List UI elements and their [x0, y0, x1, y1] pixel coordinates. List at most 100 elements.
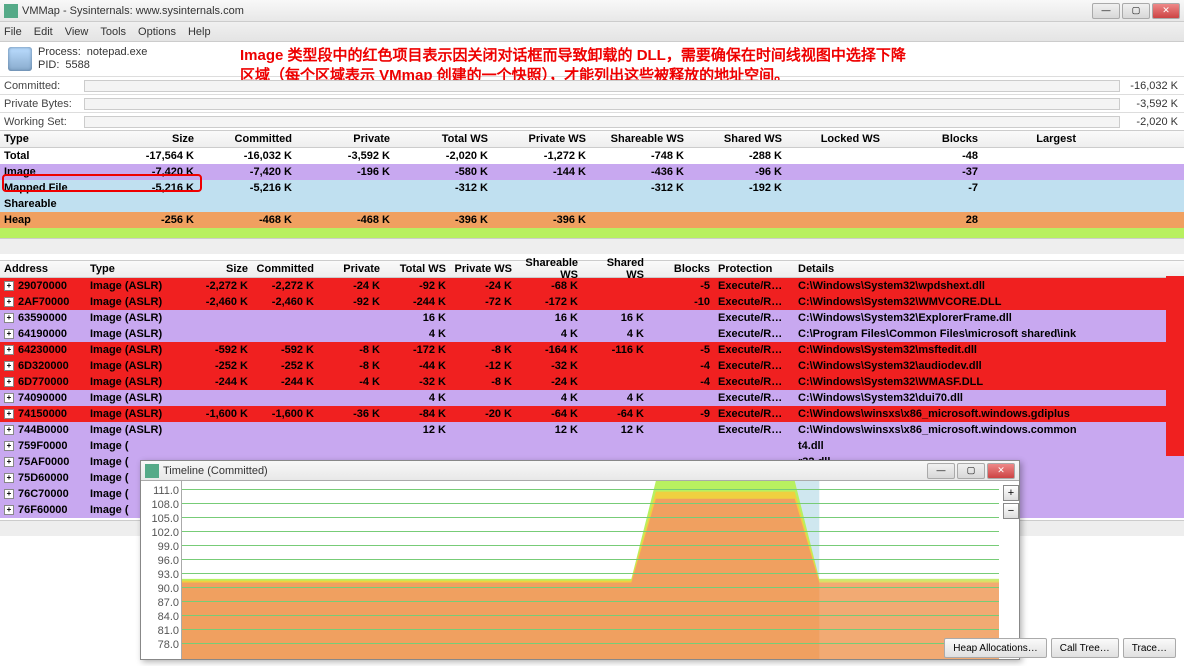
expand-icon[interactable]: + [4, 489, 14, 499]
zoom-in-button[interactable]: + [1003, 485, 1019, 501]
det-header-blocks[interactable]: Blocks [648, 263, 714, 275]
expand-icon[interactable]: + [4, 409, 14, 419]
det-header-size[interactable]: Size [186, 263, 252, 275]
working-row: Working Set: -2,020 K [0, 112, 1184, 130]
sum-row[interactable]: Image-7,420 K-7,420 K-196 K-580 K-144 K-… [0, 164, 1184, 180]
gridline [182, 629, 999, 630]
det-cell: t4.dll [794, 440, 1184, 452]
menu-edit[interactable]: Edit [34, 26, 53, 38]
det-header-private[interactable]: Private [318, 263, 384, 275]
scrollbar-indicator[interactable] [1166, 276, 1184, 456]
sum-header-shareable-ws[interactable]: Shareable WS [590, 133, 688, 145]
timeline-title: Timeline (Committed) [163, 465, 927, 477]
timeline-plot[interactable] [181, 481, 999, 659]
sum-row[interactable]: Total-17,564 K-16,032 K-3,592 K-2,020 K-… [0, 148, 1184, 164]
expand-icon[interactable]: + [4, 425, 14, 435]
det-header-shared-ws[interactable]: Shared WS [582, 257, 648, 281]
det-header-total-ws[interactable]: Total WS [384, 263, 450, 275]
det-row[interactable]: +744B0000Image (ASLR)12 K12 K12 KExecute… [0, 422, 1184, 438]
sum-header-size[interactable]: Size [100, 133, 198, 145]
maximize-button[interactable]: ▢ [1122, 3, 1150, 19]
menu-help[interactable]: Help [188, 26, 211, 38]
sum-header-type[interactable]: Type [0, 133, 100, 145]
det-cell: +64230000 [0, 344, 86, 356]
expand-icon[interactable]: + [4, 345, 14, 355]
heap-allocations-button[interactable]: Heap Allocations… [944, 638, 1047, 658]
det-row[interactable]: +63590000Image (ASLR)16 K16 K16 KExecute… [0, 310, 1184, 326]
det-cell: Image (ASLR) [86, 376, 186, 388]
close-button[interactable]: ✕ [1152, 3, 1180, 19]
timeline-minimize[interactable]: — [927, 463, 955, 479]
det-row[interactable]: +74150000Image (ASLR)-1,600 K-1,600 K-36… [0, 406, 1184, 422]
sum-header-largest[interactable]: Largest [982, 133, 1080, 145]
expand-icon[interactable]: + [4, 377, 14, 387]
expand-icon[interactable]: + [4, 313, 14, 323]
sum-header-private[interactable]: Private [296, 133, 394, 145]
det-cell: -32 K [384, 376, 450, 388]
det-cell: C:\Windows\System32\dui70.dll [794, 392, 1184, 404]
det-header-shareable-ws[interactable]: Shareable WS [516, 257, 582, 281]
sum-row[interactable]: Shareable [0, 196, 1184, 212]
sum-row[interactable]: Mapped File-5,216 K-5,216 K-312 K-312 K-… [0, 180, 1184, 196]
trace-button[interactable]: Trace… [1123, 638, 1176, 658]
det-row[interactable]: +2AF70000Image (ASLR)-2,460 K-2,460 K-92… [0, 294, 1184, 310]
timeline-titlebar[interactable]: Timeline (Committed) — ▢ ✕ [141, 461, 1019, 481]
det-row[interactable]: +759F0000Image (t4.dll [0, 438, 1184, 454]
menu-tools[interactable]: Tools [100, 26, 126, 38]
det-cell: Image (ASLR) [86, 392, 186, 404]
det-header-address[interactable]: Address [0, 263, 86, 275]
det-header-details[interactable]: Details [794, 263, 1184, 275]
det-row[interactable]: +74090000Image (ASLR)4 K4 K4 KExecute/R…… [0, 390, 1184, 406]
minimize-button[interactable]: — [1092, 3, 1120, 19]
det-row[interactable]: +6D770000Image (ASLR)-244 K-244 K-4 K-32… [0, 374, 1184, 390]
expand-icon[interactable]: + [4, 441, 14, 451]
sum-header-locked-ws[interactable]: Locked WS [786, 133, 884, 145]
sum-row[interactable]: Heap-256 K-468 K-468 K-396 K-396 K28 [0, 212, 1184, 228]
call-tree-button[interactable]: Call Tree… [1051, 638, 1119, 658]
det-cell: 4 K [384, 392, 450, 404]
menu-view[interactable]: View [65, 26, 89, 38]
sum-header-blocks[interactable]: Blocks [884, 133, 982, 145]
sum-header-committed[interactable]: Committed [198, 133, 296, 145]
expand-icon[interactable]: + [4, 393, 14, 403]
zoom-out-button[interactable]: − [1003, 503, 1019, 519]
sum-cell: -396 K [492, 214, 590, 226]
sum-header-total-ws[interactable]: Total WS [394, 133, 492, 145]
sum-cell: -16,032 K [198, 150, 296, 162]
timeline-maximize[interactable]: ▢ [957, 463, 985, 479]
det-cell: +74090000 [0, 392, 86, 404]
expand-icon[interactable]: + [4, 505, 14, 515]
committed-bar [84, 80, 1120, 92]
ytick: 93.0 [141, 569, 181, 583]
det-header-protection[interactable]: Protection [714, 263, 794, 275]
process-label: Process: [38, 46, 81, 59]
expand-icon[interactable]: + [4, 281, 14, 291]
expand-icon[interactable]: + [4, 329, 14, 339]
ytick: 108.0 [141, 499, 181, 513]
det-cell: +64190000 [0, 328, 86, 340]
det-row[interactable]: +6D320000Image (ASLR)-252 K-252 K-8 K-44… [0, 358, 1184, 374]
gridline [182, 531, 999, 532]
det-header-committed[interactable]: Committed [252, 263, 318, 275]
det-cell: -1,600 K [186, 408, 252, 420]
det-cell: -9 [648, 408, 714, 420]
det-row[interactable]: +64230000Image (ASLR)-592 K-592 K-8 K-17… [0, 342, 1184, 358]
ytick: 105.0 [141, 513, 181, 527]
det-header-type[interactable]: Type [86, 263, 186, 275]
det-row[interactable]: +64190000Image (ASLR)4 K4 K4 KExecute/R…… [0, 326, 1184, 342]
summary-scrollbar[interactable] [0, 238, 1184, 254]
expand-icon[interactable]: + [4, 361, 14, 371]
det-header-private-ws[interactable]: Private WS [450, 263, 516, 275]
expand-icon[interactable]: + [4, 457, 14, 467]
det-cell: +29070000 [0, 280, 86, 292]
menu-options[interactable]: Options [138, 26, 176, 38]
sum-header-private-ws[interactable]: Private WS [492, 133, 590, 145]
sum-header-shared-ws[interactable]: Shared WS [688, 133, 786, 145]
det-cell: C:\Windows\System32\msftedit.dll [794, 344, 1184, 356]
det-cell: Execute/R… [714, 296, 794, 308]
expand-icon[interactable]: + [4, 473, 14, 483]
sum-cell: -312 K [590, 182, 688, 194]
expand-icon[interactable]: + [4, 297, 14, 307]
timeline-close[interactable]: ✕ [987, 463, 1015, 479]
menu-file[interactable]: File [4, 26, 22, 38]
